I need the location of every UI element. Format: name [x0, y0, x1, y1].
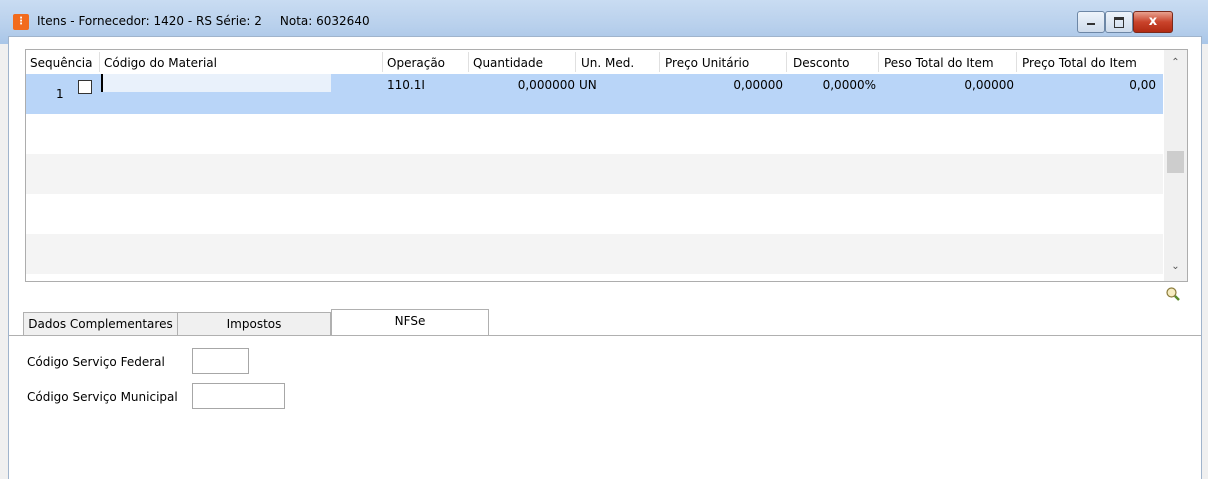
codigo-servico-municipal-input[interactable]	[192, 383, 285, 409]
cell-quantidade: 0,000000	[517, 78, 575, 92]
col-header-peso-total[interactable]: Peso Total do Item	[884, 56, 994, 70]
scroll-up-icon[interactable]: ⌃	[1164, 54, 1187, 72]
col-header-preco-total[interactable]: Preço Total do Item	[1022, 56, 1137, 70]
codigo-servico-municipal-label: Código Serviço Municipal	[27, 390, 178, 404]
tab-dados-complementares[interactable]: Dados Complementares	[23, 312, 178, 336]
scroll-down-icon[interactable]: ⌄	[1164, 258, 1187, 276]
col-separator	[468, 52, 469, 72]
row-checkbox[interactable]	[78, 80, 92, 94]
tab-nfse[interactable]: NFSe	[331, 309, 489, 337]
window-title: Itens - Fornecedor: 1420 - RS Série: 2 No…	[37, 14, 388, 28]
title-nota: Nota: 6032640	[279, 14, 370, 28]
cell-operacao: 110.1I	[387, 78, 425, 92]
col-header-codigo[interactable]: Código do Material	[104, 56, 217, 70]
codigo-material-input[interactable]	[101, 74, 331, 92]
items-window: ⋮ Itens - Fornecedor: 1420 - RS Série: 2…	[0, 0, 1208, 479]
col-separator	[575, 52, 576, 72]
col-header-preco-unitario[interactable]: Preço Unitário	[665, 56, 749, 70]
col-separator	[99, 52, 100, 72]
app-icon: ⋮	[13, 14, 29, 30]
title-supplier: Itens - Fornecedor: 1420 - RS Série: 2	[37, 14, 262, 28]
minimize-button[interactable]	[1077, 11, 1105, 33]
scrollbar-thumb[interactable]	[1167, 151, 1184, 173]
col-header-quantidade[interactable]: Quantidade	[473, 56, 543, 70]
table-row-empty[interactable]	[26, 114, 1163, 154]
table-row-empty[interactable]	[26, 234, 1163, 274]
close-icon: x	[1148, 14, 1158, 29]
col-separator	[878, 52, 879, 72]
close-button[interactable]: x	[1133, 11, 1173, 33]
col-separator	[382, 52, 383, 72]
table-row-empty[interactable]	[26, 154, 1163, 194]
cell-un-med: UN	[579, 78, 597, 92]
col-header-operacao[interactable]: Operação	[387, 56, 445, 70]
zoom-search-icon[interactable]	[1166, 287, 1180, 301]
col-separator	[1016, 52, 1017, 72]
cell-peso-total: 0,00000	[964, 78, 1014, 92]
tab-impostos[interactable]: Impostos	[177, 312, 331, 336]
col-header-un-med[interactable]: Un. Med.	[581, 56, 634, 70]
grid-vertical-scrollbar[interactable]: ⌃ ⌄	[1164, 50, 1187, 281]
table-row-empty[interactable]	[26, 194, 1163, 234]
window-content: Sequência Código do Material Operação Qu…	[8, 36, 1202, 479]
items-grid: Sequência Código do Material Operação Qu…	[25, 49, 1188, 282]
table-row[interactable]: 1 110.1I 0,000000 UN 0,00000 0,0000% 0,0…	[26, 74, 1163, 114]
cell-sequencia: 1	[56, 87, 64, 101]
nfse-panel: Código Serviço Federal Código Serviço Mu…	[9, 335, 1201, 479]
cell-desconto: 0,0000%	[822, 78, 876, 92]
cell-preco-unitario: 0,00000	[733, 78, 783, 92]
cell-preco-total: 0,00	[1129, 78, 1156, 92]
col-separator	[659, 52, 660, 72]
grid-header: Sequência Código do Material Operação Qu…	[26, 50, 1163, 75]
col-header-desconto[interactable]: Desconto	[793, 56, 849, 70]
maximize-button[interactable]	[1105, 11, 1133, 33]
col-header-sequencia[interactable]: Sequência	[30, 56, 93, 70]
col-separator	[786, 52, 787, 72]
codigo-servico-federal-input[interactable]	[192, 348, 249, 374]
codigo-servico-federal-label: Código Serviço Federal	[27, 355, 165, 369]
